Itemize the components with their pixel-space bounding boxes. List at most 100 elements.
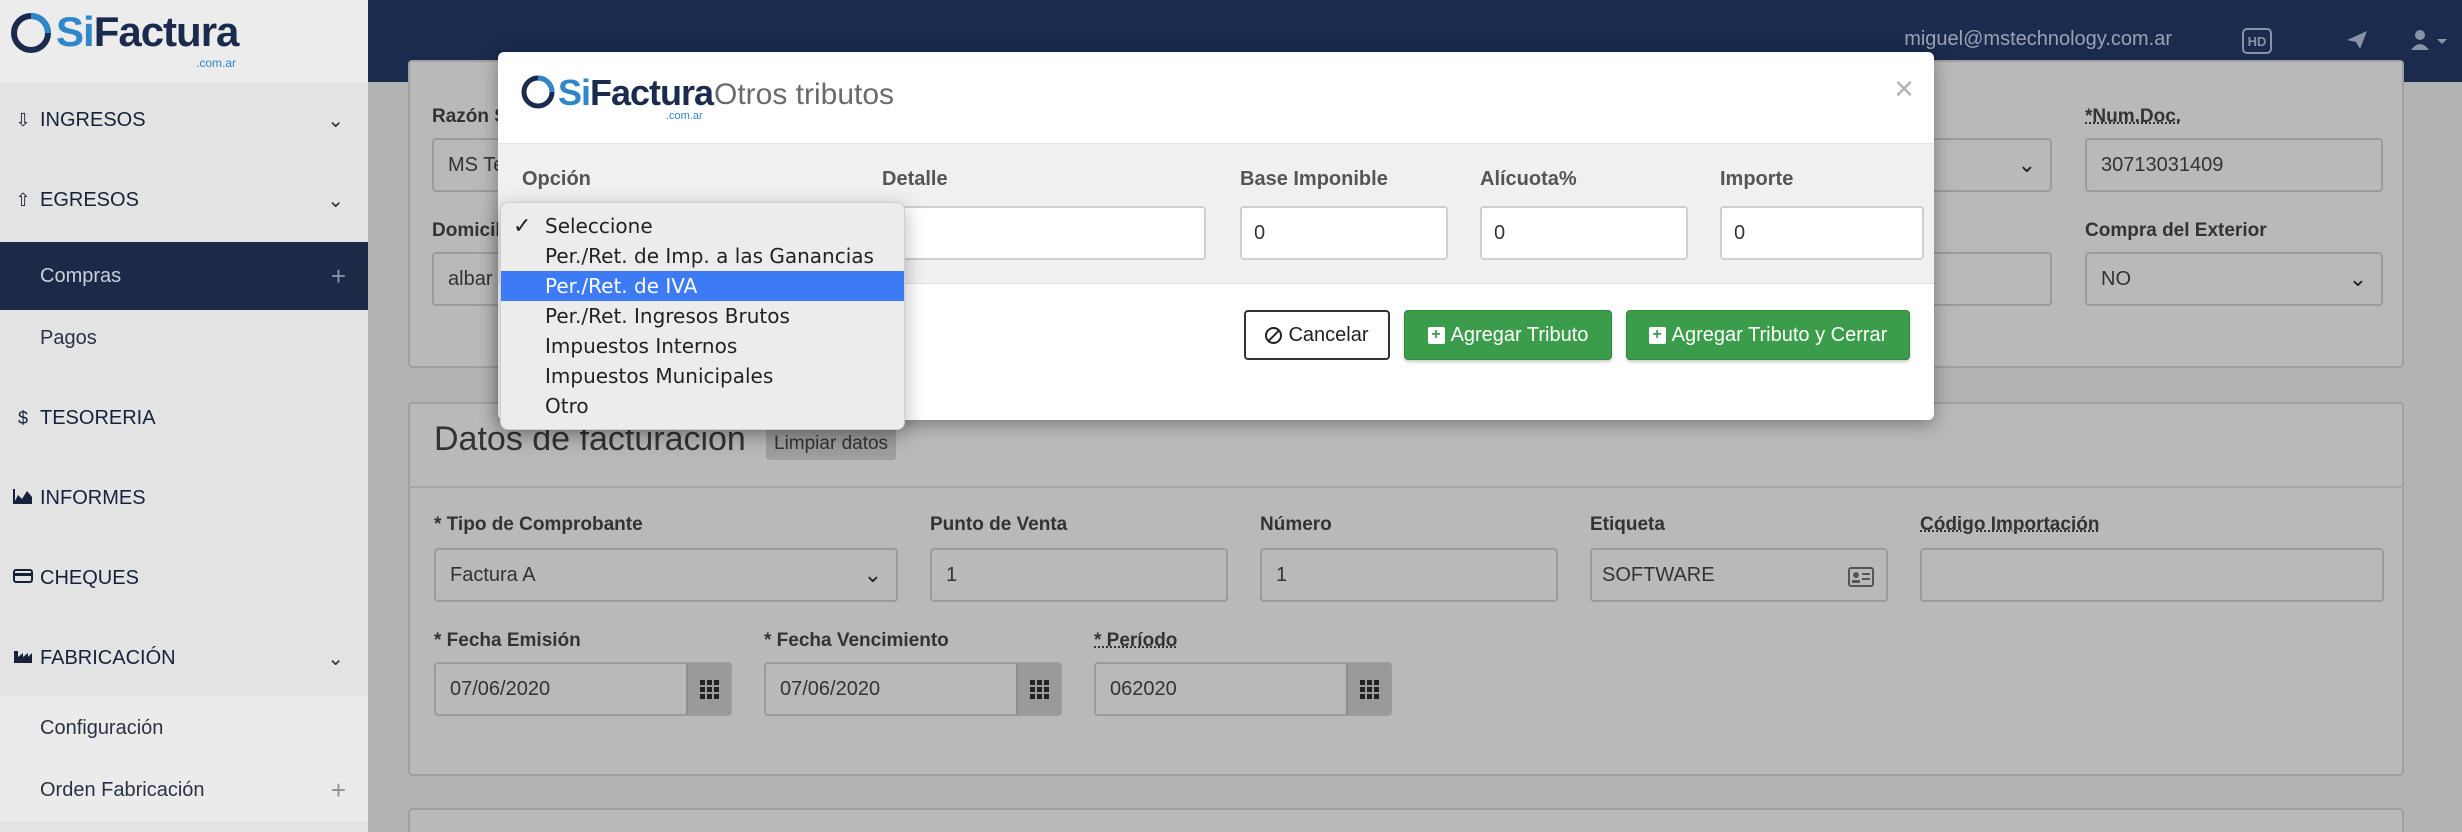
brand-si: Si xyxy=(56,8,95,55)
calendar-icon[interactable] xyxy=(1016,664,1060,714)
industry-icon xyxy=(12,648,34,668)
clear-data-button[interactable]: Limpiar datos xyxy=(766,428,897,460)
numero-input[interactable]: 1 xyxy=(1260,548,1558,602)
sidebar-item-label: CHEQUES xyxy=(40,566,139,589)
etiqueta-label: Etiqueta xyxy=(1590,514,1665,535)
periodo-input[interactable]: 062020 xyxy=(1094,662,1392,716)
tipo-comprobante-select[interactable]: Factura A ⌄ xyxy=(434,548,898,602)
option-label: Otro xyxy=(545,394,589,418)
next-card xyxy=(408,808,2404,832)
numero-label: Número xyxy=(1260,514,1332,535)
option-label: Per./Ret. de Imp. a las Ganancias xyxy=(545,244,874,268)
brand-tld: .com.ar xyxy=(666,110,703,122)
detalle-input[interactable] xyxy=(882,206,1206,260)
fecha-vencimiento-value: 07/06/2020 xyxy=(780,677,881,700)
sidebar-item-cheques[interactable]: CHEQUES xyxy=(0,546,368,610)
brand-si: Si xyxy=(558,72,591,113)
sidebar-item-label: Orden Fabricación xyxy=(40,778,205,801)
sidebar-item-pagos[interactable]: Pagos xyxy=(0,306,368,370)
dropdown-option-otro[interactable]: Otro xyxy=(501,391,904,421)
credit-card-icon xyxy=(12,568,34,588)
sidebar-item-fabricacion[interactable]: FABRICACIÓN ⌄ xyxy=(0,626,368,690)
hd-icon[interactable]: HD xyxy=(2242,28,2272,54)
fecha-emision-label: * Fecha Emisión xyxy=(434,630,581,651)
cancel-label: Cancelar xyxy=(1288,323,1369,346)
add-tributo-button[interactable]: + Agregar Tributo xyxy=(1404,310,1612,360)
paper-plane-icon[interactable] xyxy=(2346,30,2368,50)
chevron-down-icon: ⌄ xyxy=(2017,152,2036,177)
chevron-down-icon: ⌄ xyxy=(327,109,344,132)
upload-icon: ⇩ xyxy=(15,110,31,130)
punto-venta-input[interactable]: 1 xyxy=(930,548,1228,602)
importe-label: Importe xyxy=(1720,168,1794,190)
plus-square-icon: + xyxy=(1427,326,1445,344)
user-email[interactable]: miguel@mstechnology.com.ar xyxy=(1904,28,2172,51)
dropdown-option-impuestos-municipales[interactable]: Impuestos Municipales xyxy=(501,361,904,391)
sifactura-logo-icon xyxy=(11,13,51,53)
punto-venta-label: Punto de Venta xyxy=(930,514,1068,535)
sidebar-item-label: TESORERIA xyxy=(40,406,156,429)
dropdown-option-impuestos-internos[interactable]: Impuestos Internos xyxy=(501,331,904,361)
fecha-emision-input[interactable]: 07/06/2020 xyxy=(434,662,732,716)
plus-square-icon: + xyxy=(1648,326,1666,344)
etiqueta-input[interactable]: SOFTWARE xyxy=(1590,548,1888,602)
codigo-importacion-input[interactable] xyxy=(1920,548,2384,602)
sifactura-logo-icon xyxy=(521,75,555,109)
compra-exterior-select[interactable]: NO ⌄ xyxy=(2085,252,2383,306)
user-menu-icon[interactable] xyxy=(2410,28,2450,52)
sidebar-item-egresos[interactable]: ⇧ EGRESOS ⌄ xyxy=(0,168,368,232)
dropdown-option-iva[interactable]: Per./Ret. de IVA xyxy=(501,271,904,301)
sidebar-item-label: Configuración xyxy=(40,716,164,739)
chevron-down-icon: ⌄ xyxy=(2348,266,2367,291)
sidebar-item-compras[interactable]: Compras + xyxy=(0,242,368,310)
dropdown-option-ingresos-brutos[interactable]: Per./Ret. Ingresos Brutos xyxy=(501,301,904,331)
checkmark-icon: ✓ xyxy=(513,213,532,239)
option-label: Impuestos Municipales xyxy=(545,364,774,388)
base-imponible-label: Base Imponible xyxy=(1240,168,1388,190)
sidebar-item-tesoreria[interactable]: $ TESORERIA xyxy=(0,386,368,450)
fecha-vencimiento-input[interactable]: 07/06/2020 xyxy=(764,662,1062,716)
cancel-button[interactable]: Cancelar xyxy=(1244,310,1390,360)
calendar-icon[interactable] xyxy=(686,664,730,714)
option-label: Seleccione xyxy=(545,214,653,238)
etiqueta-value: SOFTWARE xyxy=(1602,563,1715,586)
brand-tld: .com.ar xyxy=(196,56,237,70)
add-tributo-close-label: Agregar Tributo y Cerrar xyxy=(1671,323,1888,346)
sidebar-item-informes[interactable]: INFORMES xyxy=(0,466,368,530)
domicilio-label: Domicil xyxy=(432,220,501,241)
num-doc-input[interactable]: 30713031409 xyxy=(2085,138,2383,192)
sidebar-item-ingresos[interactable]: ⇩ INGRESOS ⌄ xyxy=(0,88,368,152)
logo-area: SiFactura .com.ar xyxy=(0,0,368,82)
chevron-down-icon: ⌄ xyxy=(863,562,882,587)
num-doc-label: *Num.Doc. xyxy=(2085,106,2182,127)
sidebar-item-configuracion[interactable]: Configuración xyxy=(0,696,368,760)
sidebar-item-label: Pagos xyxy=(40,326,97,349)
area-chart-icon xyxy=(12,488,34,508)
razon-social-label: Razón S xyxy=(432,106,507,127)
calendar-icon[interactable] xyxy=(1346,664,1390,714)
billing-card-divider xyxy=(408,486,2404,488)
sidebar-item-orden-fabricacion[interactable]: Orden Fabricación + xyxy=(0,758,368,822)
modal-title: Otros tributos xyxy=(714,78,895,111)
dropdown-option-ganancias[interactable]: Per./Ret. de Imp. a las Ganancias xyxy=(501,241,904,271)
sidebar-item-label: INFORMES xyxy=(40,486,146,509)
option-label: Per./Ret. de IVA xyxy=(545,274,698,298)
sidebar-item-label: FABRICACIÓN xyxy=(40,646,176,669)
plus-icon[interactable]: + xyxy=(331,261,346,292)
periodo-label: * Período xyxy=(1094,630,1178,651)
add-tributo-close-button[interactable]: + Agregar Tributo y Cerrar xyxy=(1626,310,1910,360)
detalle-label: Detalle xyxy=(882,168,948,190)
dropdown-option-seleccione[interactable]: ✓ Seleccione xyxy=(501,211,904,241)
brand-factura: Factura xyxy=(590,72,714,113)
chevron-down-icon: ⌄ xyxy=(327,189,344,212)
base-imponible-input[interactable]: 0 xyxy=(1240,206,1448,260)
opcion-dropdown-list[interactable]: ✓ Seleccione Per./Ret. de Imp. a las Gan… xyxy=(500,202,905,430)
compra-exterior-label: Compra del Exterior xyxy=(2085,220,2267,241)
importe-input[interactable]: 0 xyxy=(1720,206,1924,260)
plus-icon[interactable]: + xyxy=(331,775,346,806)
dollar-icon: $ xyxy=(17,408,28,428)
alicuota-input[interactable]: 0 xyxy=(1480,206,1688,260)
brand-name: SiFactura xyxy=(56,8,239,56)
add-tributo-label: Agregar Tributo xyxy=(1450,323,1589,346)
close-icon[interactable]: × xyxy=(1894,70,1914,109)
